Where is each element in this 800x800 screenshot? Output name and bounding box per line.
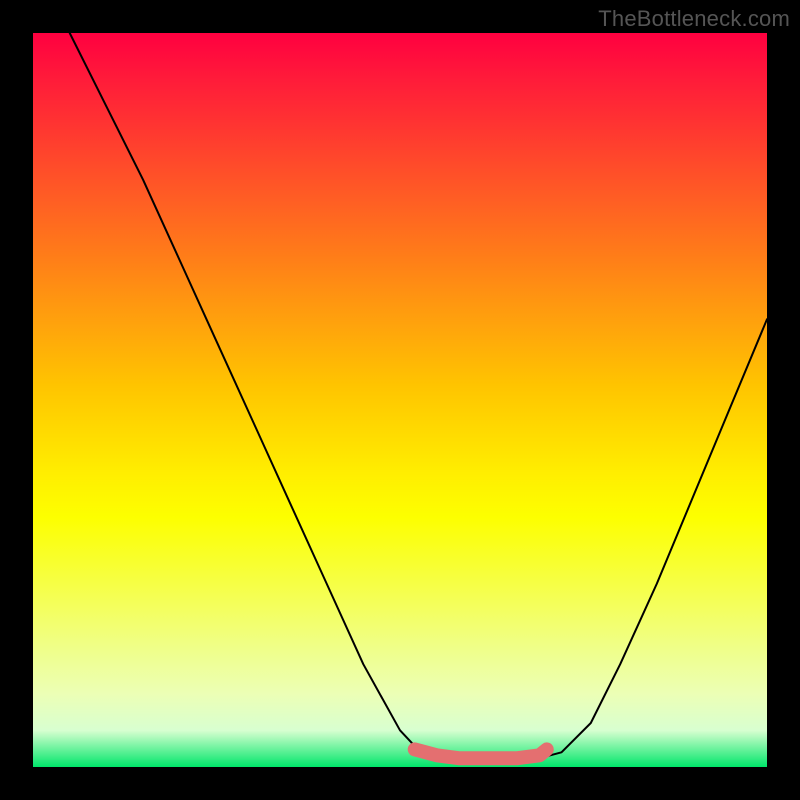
bottleneck-curve <box>70 33 767 760</box>
watermark-text: TheBottleneck.com <box>598 6 790 32</box>
chart-container: { "watermark": "TheBottleneck.com", "cha… <box>0 0 800 800</box>
curve-svg <box>33 33 767 767</box>
plot-area <box>33 33 767 767</box>
optimum-band <box>415 749 547 758</box>
